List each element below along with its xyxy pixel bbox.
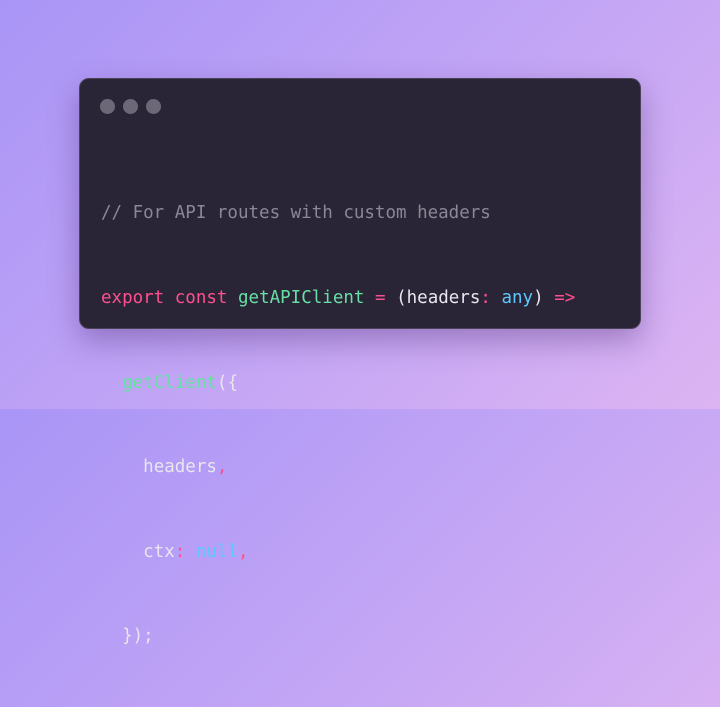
keyword-export: export xyxy=(101,288,165,308)
param-type: any xyxy=(501,288,534,308)
code-line-1: // For API routes with custom headers xyxy=(101,199,575,227)
property-ctx: ctx xyxy=(143,541,175,562)
code-block: // For API routes with custom headers ex… xyxy=(101,143,575,707)
operator-equals: = xyxy=(374,288,386,308)
function-name: getAPIClient xyxy=(238,288,365,308)
code-line-5: ctx: null, xyxy=(101,538,575,566)
code-comment: // For API routes with custom headers xyxy=(101,203,491,224)
code-line-6: }); xyxy=(101,622,575,650)
close-brace: }); xyxy=(122,626,154,647)
open-brace: ({ xyxy=(216,372,238,393)
window-dot-icon xyxy=(123,99,138,114)
code-line-2: export const getAPIClient = (headers: an… xyxy=(101,284,575,312)
param-name: headers xyxy=(406,288,481,308)
property-headers: headers xyxy=(143,457,217,478)
code-line-4: headers, xyxy=(101,453,575,481)
null-value: null xyxy=(195,541,239,562)
window-dot-icon xyxy=(146,99,161,114)
type-colon: : xyxy=(480,288,491,308)
close-paren: ) xyxy=(533,288,544,308)
arrow-operator: => xyxy=(554,288,576,308)
code-window: // For API routes with custom headers ex… xyxy=(79,78,641,646)
function-call: getClient xyxy=(122,372,217,393)
keyword-const: const xyxy=(174,288,228,308)
window-controls xyxy=(100,99,161,114)
open-paren: ( xyxy=(396,288,407,308)
property-colon: : xyxy=(174,541,186,562)
comma: , xyxy=(238,541,249,562)
window-dot-icon xyxy=(100,99,115,114)
comma: , xyxy=(216,457,228,478)
code-line-3: getClient({ xyxy=(101,369,575,397)
